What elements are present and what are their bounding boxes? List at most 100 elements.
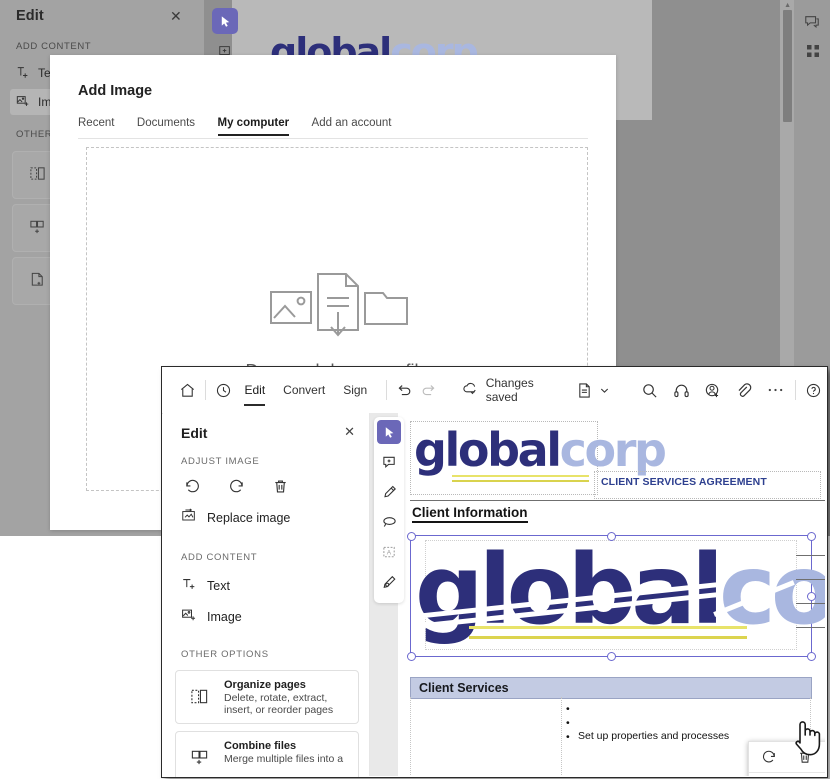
- replace-image-item[interactable]: Replace image: [181, 508, 290, 527]
- doc-rule-3: [796, 603, 825, 604]
- foreground-window: Edit Convert Sign Changes saved Edit ✕ A…: [161, 366, 828, 778]
- logo-large-underline-1: [469, 626, 747, 629]
- combine-files-icon: [29, 218, 46, 240]
- logo-large-underline-2: [469, 636, 747, 639]
- card-description: Delete, rotate, extract, insert, or reor…: [224, 692, 334, 716]
- background-section-add-content: ADD CONTENT: [16, 41, 92, 52]
- chevron-down-icon[interactable]: [597, 367, 613, 413]
- replace-image-icon: [181, 508, 197, 527]
- pdf-page: globalcorp CLIENT SERVICES AGREEMENT Cli…: [398, 413, 825, 776]
- image-context-menu: Select all: [748, 741, 825, 776]
- card-description: Merge multiple files into a: [224, 753, 344, 765]
- comment-icon[interactable]: [804, 14, 820, 35]
- more-icon[interactable]: [764, 367, 787, 413]
- delete-icon[interactable]: [797, 749, 813, 765]
- card-organize-pages[interactable]: Organize pages Delete, rotate, extract, …: [175, 670, 359, 724]
- search-icon[interactable]: [638, 367, 661, 413]
- tab-add-an-account[interactable]: Add an account: [312, 117, 392, 136]
- headphones-icon[interactable]: [670, 367, 693, 413]
- tab-documents[interactable]: Documents: [137, 117, 195, 136]
- document-logo-small: globalcorp: [414, 423, 667, 477]
- text-box-tool-icon[interactable]: A: [377, 540, 401, 564]
- doc-rule-4: [796, 627, 825, 628]
- undo-icon[interactable]: [393, 367, 416, 413]
- doc-rule-2: [796, 579, 825, 580]
- replace-image-label: Replace image: [207, 510, 291, 525]
- scroll-up-arrow-icon[interactable]: ▲: [784, 2, 791, 9]
- document-viewer: globalcorp CLIENT SERVICES AGREEMENT Cli…: [370, 413, 825, 776]
- resize-handle-s[interactable]: [607, 652, 616, 661]
- tab-sign[interactable]: Sign: [334, 367, 376, 413]
- resize-handle-sw[interactable]: [407, 652, 416, 661]
- select-arrow-tool-icon[interactable]: [377, 420, 401, 444]
- background-panel-title: Edit: [16, 8, 44, 24]
- highlighter-tool-icon[interactable]: [377, 480, 401, 504]
- resize-handle-n[interactable]: [607, 532, 616, 541]
- add-image-label: Image: [207, 609, 242, 624]
- organize-pages-icon: [190, 687, 209, 711]
- doc-rule-1: [796, 555, 825, 556]
- help-icon[interactable]: [802, 367, 825, 413]
- background-select-arrow-icon[interactable]: [212, 8, 238, 34]
- tab-convert[interactable]: Convert: [274, 367, 334, 413]
- combine-files-icon: [190, 748, 209, 772]
- section-adjust-image: ADJUST IMAGE: [181, 456, 260, 467]
- context-menu-select-all-item[interactable]: Select all: [749, 773, 825, 776]
- dialog-title: Add Image: [78, 83, 153, 99]
- resize-handle-se[interactable]: [807, 652, 816, 661]
- table-header-label: Client Services: [419, 681, 509, 695]
- changes-saved-status: Changes saved: [462, 367, 546, 413]
- comment-tool-icon[interactable]: [377, 450, 401, 474]
- toolbar-divider-1: [205, 380, 207, 400]
- lasso-tool-icon[interactable]: [377, 510, 401, 534]
- rotate-right-icon[interactable]: [225, 475, 247, 497]
- main-toolbar: Edit Convert Sign Changes saved: [162, 367, 825, 414]
- toolbar-divider-3: [794, 380, 796, 400]
- dropzone-illustration: [87, 266, 587, 351]
- table-bullet-3: •: [566, 731, 570, 743]
- attachment-icon[interactable]: [732, 367, 755, 413]
- tab-my-computer[interactable]: My computer: [217, 117, 289, 136]
- stamp-tool-icon[interactable]: [377, 570, 401, 594]
- tab-edit[interactable]: Edit: [235, 367, 274, 413]
- page-view-icon[interactable]: [573, 367, 596, 413]
- image-selection-box[interactable]: globalcorp: [407, 532, 825, 661]
- add-text-icon: [181, 576, 197, 595]
- tab-recent[interactable]: Recent: [78, 117, 114, 136]
- picture-icon: [270, 291, 312, 324]
- logo-underline-1: [452, 475, 589, 477]
- history-icon[interactable]: [212, 367, 235, 413]
- home-icon[interactable]: [176, 367, 199, 413]
- organize-pages-icon: [29, 165, 46, 187]
- cloud-check-icon: [462, 381, 479, 399]
- rotate-right-icon[interactable]: [761, 749, 777, 765]
- client-services-agreement-heading: CLIENT SERVICES AGREEMENT: [601, 476, 767, 488]
- close-icon[interactable]: ✕: [344, 424, 355, 440]
- logo-underline-2: [452, 480, 589, 482]
- document-download-icon: [317, 273, 359, 337]
- dialog-tabs: Recent Documents My computer Add an acco…: [78, 113, 588, 139]
- close-icon[interactable]: ✕: [170, 8, 182, 24]
- table-row-label: [420, 739, 423, 751]
- annotation-toolbar: A: [374, 417, 404, 603]
- resize-handle-e[interactable]: [807, 592, 816, 601]
- rotate-left-icon[interactable]: [181, 475, 203, 497]
- section-other-options: OTHER OPTIONS: [181, 649, 269, 660]
- card-combine-files[interactable]: Combine files Merge multiple files into …: [175, 731, 359, 777]
- background-scrollbar-thumb[interactable]: [783, 10, 792, 122]
- add-image-icon: [16, 94, 30, 111]
- changes-saved-label: Changes saved: [485, 376, 534, 404]
- apps-grid-icon[interactable]: [806, 44, 820, 63]
- adjust-image-buttons: [181, 475, 291, 497]
- table-cell-left: [410, 697, 562, 776]
- delete-icon[interactable]: [269, 475, 291, 497]
- svg-text:A: A: [386, 549, 391, 556]
- table-bullet-2: •: [566, 717, 570, 729]
- resize-handle-nw[interactable]: [407, 532, 416, 541]
- add-text-item[interactable]: Text: [181, 576, 230, 595]
- redo-icon[interactable]: [416, 367, 439, 413]
- add-image-item[interactable]: Image: [181, 607, 242, 626]
- resize-handle-ne[interactable]: [807, 532, 816, 541]
- context-menu-icon-row: [749, 742, 825, 773]
- add-person-icon[interactable]: [701, 367, 724, 413]
